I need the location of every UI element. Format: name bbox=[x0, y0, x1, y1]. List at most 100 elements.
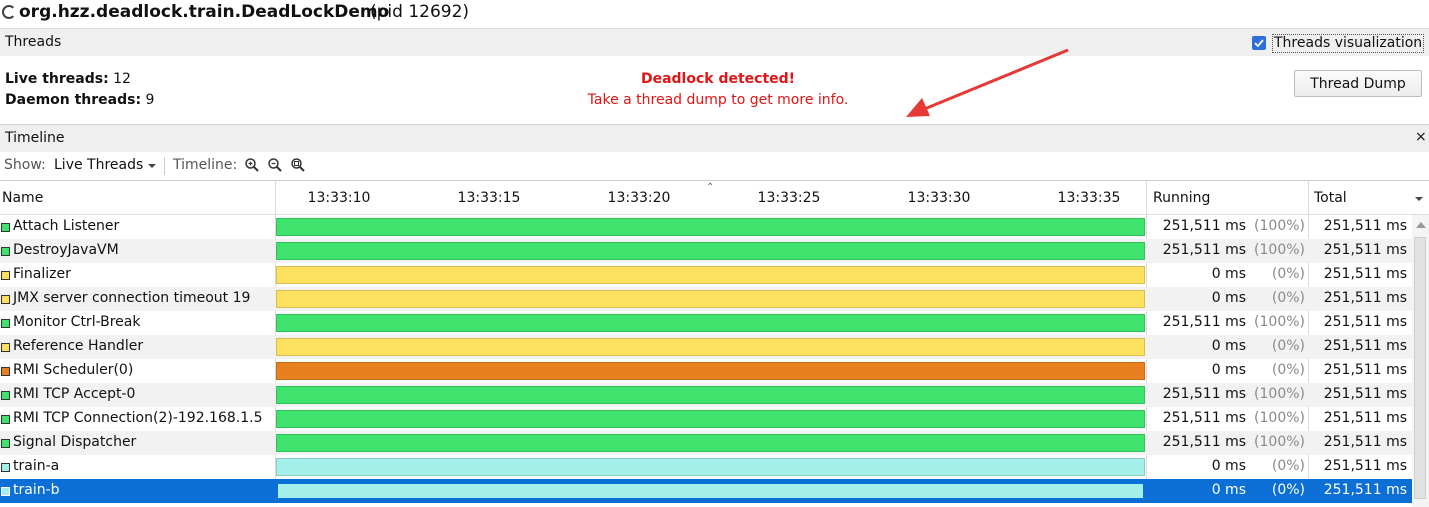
total-time: 251,511 ms bbox=[1323, 338, 1407, 354]
zoom-fit-icon[interactable] bbox=[290, 157, 306, 173]
total-time: 251,511 ms bbox=[1323, 218, 1407, 234]
threads-section-header: Threads Threads visualization bbox=[0, 28, 1429, 57]
running-percent: (100%) bbox=[1254, 434, 1305, 450]
running-percent: (0%) bbox=[1271, 266, 1305, 282]
thread-row[interactable]: RMI TCP Connection(2)-192.168.1.5 251,511… bbox=[0, 407, 1412, 431]
chevron-down-icon[interactable] bbox=[148, 164, 156, 168]
thread-row[interactable]: RMI Scheduler(0) 0 ms (0%) 251,511 ms bbox=[0, 359, 1412, 383]
column-name[interactable]: Name bbox=[2, 190, 43, 206]
running-time: 0 ms bbox=[1211, 458, 1246, 474]
zoom-in-icon[interactable] bbox=[244, 157, 260, 173]
thread-state-icon bbox=[1, 247, 10, 256]
timeline-label: Timeline: bbox=[173, 157, 238, 173]
thread-state-bar[interactable] bbox=[276, 338, 1145, 356]
thread-state-icon bbox=[1, 223, 10, 232]
thread-state-bar[interactable] bbox=[276, 362, 1145, 380]
total-time: 251,511 ms bbox=[1323, 266, 1407, 282]
running-time: 251,511 ms bbox=[1162, 218, 1246, 234]
thread-row[interactable]: train-a 0 ms (0%) 251,511 ms bbox=[0, 455, 1412, 479]
thread-row[interactable]: JMX server connection timeout 19 0 ms (0%)… bbox=[0, 287, 1412, 311]
thread-state-bar[interactable] bbox=[276, 266, 1145, 284]
running-percent: (100%) bbox=[1254, 314, 1305, 330]
thread-state-icon bbox=[1, 295, 10, 304]
table-header: Name 13:33:10 13:33:15 13:33:20 13:33:25 13:… bbox=[0, 181, 1429, 215]
total-time: 251,511 ms bbox=[1323, 242, 1407, 258]
timeline-section-header: Timeline × bbox=[0, 124, 1429, 153]
thread-state-bar[interactable] bbox=[276, 314, 1145, 332]
thread-state-bar[interactable] bbox=[276, 386, 1145, 404]
running-time: 0 ms bbox=[1211, 362, 1246, 378]
running-time: 0 ms bbox=[1211, 266, 1246, 282]
thread-row[interactable]: Finalizer 0 ms (0%) 251,511 ms bbox=[0, 263, 1412, 287]
total-time: 251,511 ms bbox=[1323, 410, 1407, 426]
running-percent: (0%) bbox=[1271, 338, 1305, 354]
timeline-section-title: Timeline bbox=[5, 130, 65, 146]
thread-state-icon bbox=[1, 415, 10, 424]
thread-row[interactable]: DestroyJavaVM 251,511 ms (100%) 251,511 ms bbox=[0, 239, 1412, 263]
zoom-out-icon[interactable] bbox=[267, 157, 283, 173]
thread-row[interactable]: train-b 0 ms (0%) 251,511 ms bbox=[0, 479, 1412, 503]
timeline-tick-label: 13:33:15 bbox=[457, 190, 521, 206]
thread-name: Reference Handler bbox=[13, 338, 144, 354]
vertical-scrollbar[interactable] bbox=[1412, 215, 1429, 507]
total-time: 251,511 ms bbox=[1323, 458, 1407, 474]
total-time: 251,511 ms bbox=[1323, 362, 1407, 378]
scrollbar-thumb[interactable] bbox=[1414, 237, 1426, 499]
thread-state-bar[interactable] bbox=[276, 218, 1145, 236]
thread-row[interactable]: Attach Listener 251,511 ms (100%) 251,511 m… bbox=[0, 215, 1412, 239]
thread-state-bar[interactable] bbox=[276, 434, 1145, 452]
thread-state-bar[interactable] bbox=[276, 482, 1145, 500]
running-time: 251,511 ms bbox=[1162, 314, 1246, 330]
thread-dump-button[interactable]: Thread Dump bbox=[1294, 70, 1422, 97]
running-time: 251,511 ms bbox=[1162, 386, 1246, 402]
thread-state-icon bbox=[1, 439, 10, 448]
column-menu-icon[interactable] bbox=[1415, 197, 1423, 201]
running-percent: (0%) bbox=[1271, 290, 1305, 306]
scroll-up-icon[interactable] bbox=[1416, 222, 1426, 228]
thread-name: JMX server connection timeout 19 bbox=[13, 290, 251, 306]
thread-name: DestroyJavaVM bbox=[13, 242, 119, 258]
thread-row[interactable]: Signal Dispatcher 251,511 ms (100%) 251,511… bbox=[0, 431, 1412, 455]
thread-name: Attach Listener bbox=[13, 218, 120, 234]
thread-name: Finalizer bbox=[13, 266, 71, 282]
timeline-tick-label: 13:33:20 bbox=[607, 190, 671, 206]
thread-row[interactable]: Reference Handler 0 ms (0%) 251,511 ms bbox=[0, 335, 1412, 359]
threads-visualization-label[interactable]: Threads visualization bbox=[1272, 34, 1425, 53]
total-time: 251,511 ms bbox=[1323, 290, 1407, 306]
timeline-tick-label: 13:33:30 bbox=[907, 190, 971, 206]
thread-name: RMI TCP Accept-0 bbox=[13, 386, 136, 402]
window-title-bar: org.hzz.deadlock.train.DeadLockDemo (pid… bbox=[0, 0, 1429, 26]
checkbox-checked-icon[interactable] bbox=[1252, 36, 1266, 50]
column-total[interactable]: Total bbox=[1314, 190, 1347, 206]
thread-state-icon bbox=[1, 463, 10, 472]
running-percent: (100%) bbox=[1254, 410, 1305, 426]
close-icon[interactable]: × bbox=[1415, 129, 1427, 145]
thread-state-icon bbox=[1, 367, 10, 376]
thread-state-bar[interactable] bbox=[276, 458, 1145, 476]
total-time: 251,511 ms bbox=[1323, 314, 1407, 330]
column-running[interactable]: Running bbox=[1153, 190, 1210, 206]
thread-name: train-b bbox=[13, 482, 60, 498]
sort-ascending-icon: ⌃ bbox=[706, 182, 715, 193]
show-label: Show: bbox=[4, 157, 46, 173]
thread-row[interactable]: Monitor Ctrl-Break 251,511 ms (100%) 251,51… bbox=[0, 311, 1412, 335]
running-percent: (0%) bbox=[1271, 482, 1305, 498]
timeline-tick-label: 13:33:35 bbox=[1057, 190, 1121, 206]
thread-state-icon bbox=[1, 391, 10, 400]
thread-row[interactable]: RMI TCP Accept-0 251,511 ms (100%) 251,511 … bbox=[0, 383, 1412, 407]
thread-state-bar[interactable] bbox=[276, 242, 1145, 260]
running-percent: (100%) bbox=[1254, 386, 1305, 402]
running-percent: (100%) bbox=[1254, 242, 1305, 258]
show-filter-select[interactable]: Live Threads bbox=[54, 157, 143, 173]
process-id: (pid 12692) bbox=[370, 2, 470, 22]
thread-state-bar[interactable] bbox=[276, 410, 1145, 428]
thread-state-bar[interactable] bbox=[276, 290, 1145, 308]
timeline-tick-label: 13:33:25 bbox=[757, 190, 821, 206]
thread-name: RMI Scheduler(0) bbox=[13, 362, 134, 378]
thread-state-icon bbox=[1, 319, 10, 328]
loading-icon bbox=[2, 5, 16, 19]
running-percent: (0%) bbox=[1271, 362, 1305, 378]
toolbar-divider bbox=[164, 157, 165, 175]
total-time: 251,511 ms bbox=[1323, 434, 1407, 450]
running-time: 0 ms bbox=[1211, 482, 1246, 498]
